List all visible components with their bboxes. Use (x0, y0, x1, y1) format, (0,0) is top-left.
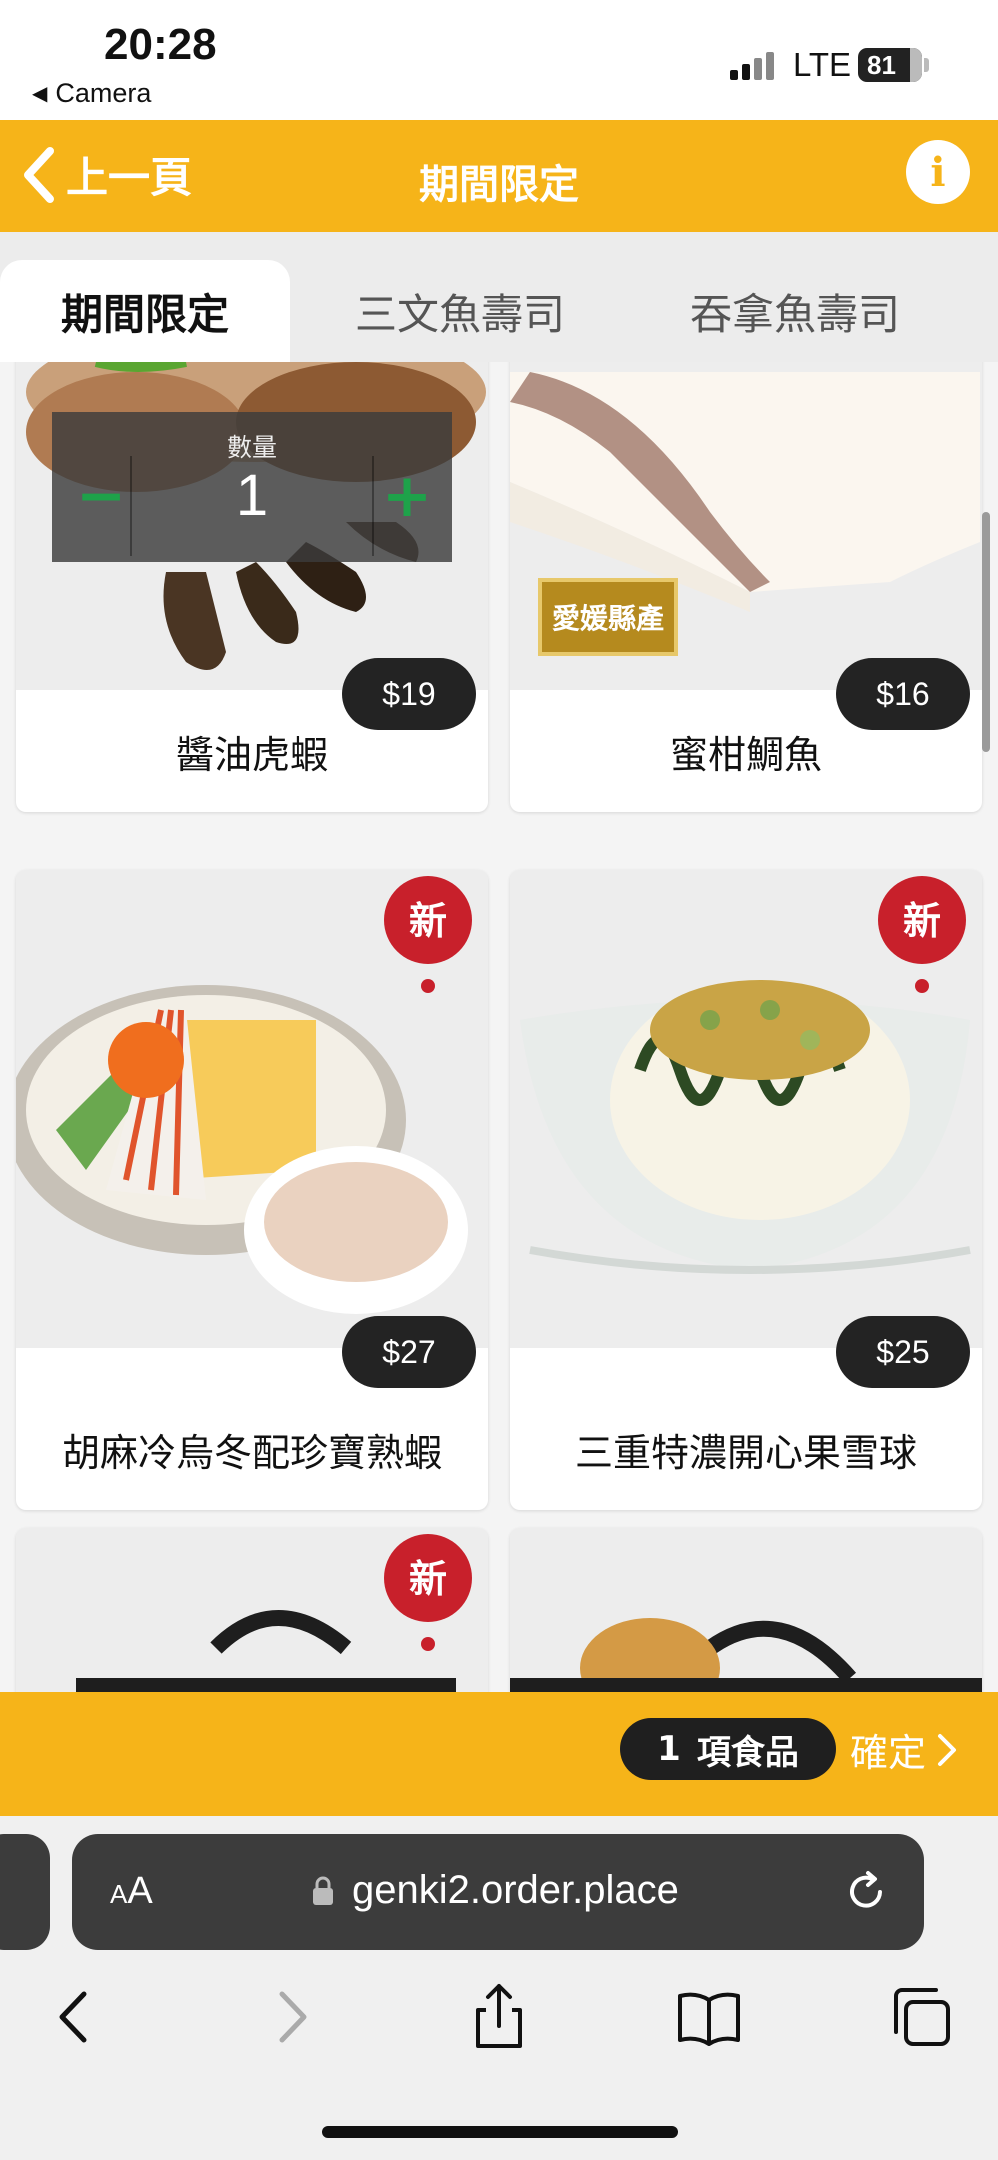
previous-tab-preview[interactable] (0, 1834, 50, 1950)
url-field[interactable]: genki2.order.place (312, 1868, 679, 1913)
price-badge: $27 (342, 1316, 476, 1388)
browser-chrome: AA genki2.order.place (0, 1816, 998, 2160)
price-badge: $25 (836, 1316, 970, 1388)
quantity-stepper: 數量 − 1 + (52, 412, 452, 562)
network-type: LTE (793, 46, 852, 83)
battery-icon: 81 (858, 48, 922, 82)
tab-limited-time[interactable]: 期間限定 (0, 260, 290, 362)
menu-item-card[interactable] (510, 1528, 982, 1692)
new-badge: 新 (384, 1534, 472, 1651)
text-size-button[interactable]: AA (110, 1870, 153, 1913)
item-name: 胡麻冷烏冬配珍寶熟蝦 (61, 1431, 442, 1475)
new-badge-label: 新 (409, 899, 447, 943)
item-name: 蜜柑鯛魚 (669, 733, 822, 777)
status-bar: 20:28 ◀ Camera LTE 81 (0, 0, 998, 120)
price-badge: $19 (342, 658, 476, 730)
new-badge: 新 (384, 876, 472, 993)
new-badge: 新 (878, 876, 966, 993)
increase-quantity-button[interactable]: + (372, 466, 442, 528)
back-triangle-icon: ◀ (32, 83, 48, 105)
quantity-label: 數量 (226, 433, 277, 462)
address-bar[interactable]: AA genki2.order.place (72, 1834, 924, 1950)
signal-icon (730, 52, 774, 80)
order-bar: 1 項食品 確定 (0, 1692, 998, 1816)
cart-count-pill[interactable]: 1 項食品 (620, 1718, 836, 1780)
info-icon: i (930, 148, 946, 196)
bookmarks-icon[interactable] (674, 1982, 744, 2052)
menu-item-card[interactable]: 新 $27 胡麻冷烏冬配珍寶熟蝦 (16, 870, 488, 1510)
quantity-value: 1 (235, 463, 269, 528)
share-icon[interactable] (464, 1982, 534, 2052)
new-badge-label: 新 (903, 899, 941, 943)
app-header: 上一頁 期間限定 i (0, 120, 998, 232)
reload-icon[interactable] (842, 1868, 890, 1916)
back-arrow-icon[interactable] (40, 1982, 110, 2052)
cart-count: 1 (657, 1729, 681, 1769)
back-to-app-link[interactable]: ◀ Camera (32, 78, 151, 109)
tab-tuna-sushi[interactable]: 吞拿魚壽司 (640, 260, 950, 362)
item-name: 醬油虎蝦 (175, 733, 328, 777)
new-badge-label: 新 (409, 1557, 447, 1601)
chevron-right-icon (938, 1733, 957, 1766)
confirm-button[interactable]: 確定 (850, 1722, 960, 1777)
origin-tag: 愛媛縣產 (538, 578, 678, 656)
app-screen: 20:28 ◀ Camera LTE 81 上一頁 期間限定 i 期間限定 三文… (0, 0, 998, 2160)
menu-item-card[interactable]: 新 $25 三重特濃開心果雪球 (510, 870, 982, 1510)
forward-arrow-icon[interactable] (256, 1982, 326, 2052)
status-time: 20:28 (104, 20, 217, 69)
url-text: genki2.order.place (352, 1868, 679, 1912)
info-button[interactable]: i (906, 140, 970, 204)
page-title: 期間限定 (419, 162, 579, 208)
back-app-label: Camera (55, 78, 152, 108)
lock-icon (313, 1876, 333, 1905)
battery-level: 81 (867, 49, 896, 80)
food-photo-fried-dish (510, 1528, 982, 1692)
tabs-icon[interactable] (886, 1982, 956, 2052)
home-indicator[interactable] (322, 2126, 678, 2138)
cart-count-label: 項食品 (696, 1732, 799, 1773)
item-name: 三重特濃開心果雪球 (574, 1431, 917, 1475)
decrease-quantity-button[interactable]: − (66, 466, 136, 528)
tab-salmon-sushi[interactable]: 三文魚壽司 (310, 260, 610, 362)
category-tabs: 期間限定 三文魚壽司 吞拿魚壽司 (0, 232, 998, 362)
confirm-label: 確定 (850, 1731, 927, 1775)
price-badge: $16 (836, 658, 970, 730)
menu-item-card[interactable]: 新 (16, 1528, 488, 1692)
scrollbar[interactable] (982, 512, 990, 752)
